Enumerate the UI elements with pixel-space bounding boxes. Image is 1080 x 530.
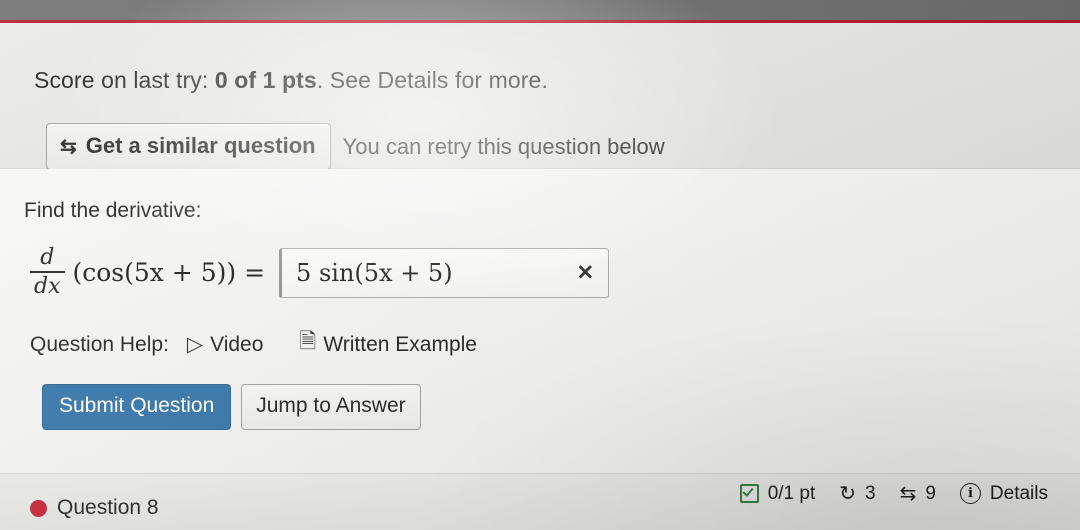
jump-to-answer-button[interactable]: Jump to Answer (241, 384, 421, 430)
retry-arrow-icon: ↻ (839, 483, 856, 505)
answer-value: 5 sin(5x + 5) (296, 258, 453, 287)
expression-text: (cos(5x + 5)) = (72, 258, 266, 287)
last-try-banner: Score on last try: 0 of 1 pts. See Detai… (0, 23, 1080, 170)
question-footer: Question 8 0/1 pt ↻ 3 ⇆ 9 i Details (0, 474, 1080, 530)
versions-count: 9 (925, 482, 936, 504)
retry-hint-text: You can retry this question below (342, 133, 665, 159)
action-button-row: Submit Question Jump to Answer (42, 384, 421, 430)
question-number-label: Question 8 (57, 496, 159, 519)
written-example-link[interactable]: 🗎︎ Written Example (299, 327, 477, 362)
question-page: Score on last try: 0 of 1 pts. See Detai… (0, 0, 1080, 530)
submit-question-button[interactable]: Submit Question (42, 384, 232, 430)
derivative-expression-row: d dx (cos(5x + 5)) = 5 sin(5x + 5) ✕ (30, 247, 610, 298)
browser-top-bar (0, 0, 1080, 20)
video-help-label: Video (210, 332, 264, 356)
score-suffix: . See Details for more. (316, 67, 548, 93)
derivative-operator: d dx (30, 247, 65, 298)
swap-arrows-icon: ⇆ (899, 483, 917, 505)
question-help-label: Question Help: (30, 332, 169, 356)
checkbox-icon (739, 484, 759, 503)
written-example-label: Written Example (323, 332, 477, 356)
video-play-icon: ▷︎ (186, 333, 204, 356)
swap-arrows-icon: ⇆ (60, 135, 77, 158)
answer-input[interactable]: 5 sin(5x + 5) ✕ (279, 247, 610, 298)
attempts-count: 3 (865, 482, 876, 504)
question-prompt: Find the derivative: (24, 199, 202, 222)
get-similar-question-button[interactable]: ⇆ Get a similar question (46, 123, 331, 170)
document-icon: 🗎︎ (299, 330, 317, 353)
footer-status-row: 0/1 pt ↻ 3 ⇆ 9 i Details (739, 481, 1048, 506)
question-body: Find the derivative: d dx (cos(5x + 5)) … (0, 169, 1080, 474)
score-line: Score on last try: 0 of 1 pts. See Detai… (34, 67, 548, 94)
score-prefix: Score on last try: (34, 67, 215, 93)
video-help-link[interactable]: ▷︎ Video (187, 332, 264, 357)
derivative-denominator: dx (34, 274, 61, 299)
retry-row: ⇆ Get a similar question You can retry t… (46, 123, 665, 170)
derivative-numerator: d (40, 245, 55, 270)
details-link[interactable]: Details (990, 483, 1048, 505)
info-icon[interactable]: i (959, 483, 981, 504)
get-similar-question-label: Get a similar question (85, 133, 316, 158)
incorrect-x-icon: ✕ (576, 261, 595, 284)
score-value: 0 of 1 pts (214, 67, 317, 93)
points-label: 0/1 pt (767, 482, 816, 504)
red-dot-icon (30, 499, 47, 517)
question-help-row: Question Help: ▷︎ Video 🗎︎ Written Examp… (30, 327, 477, 362)
question-number: Question 8 (30, 496, 159, 520)
